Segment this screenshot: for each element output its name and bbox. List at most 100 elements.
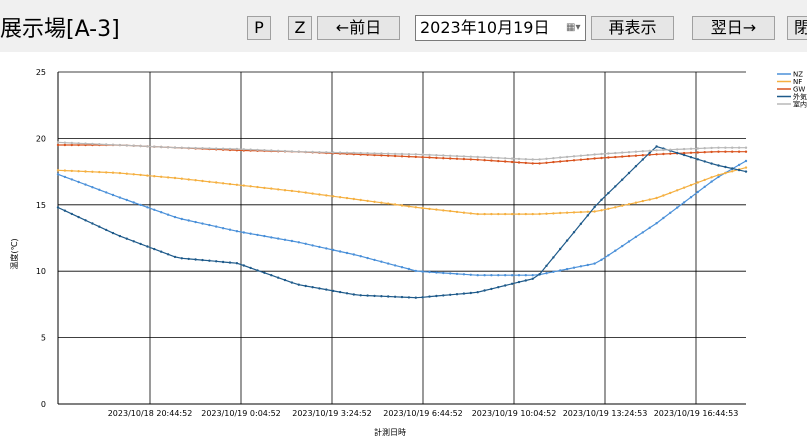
series-point — [290, 150, 294, 153]
series-point — [504, 212, 507, 216]
y-tick-label: 10 — [36, 267, 46, 276]
series-point — [614, 249, 617, 252]
series-point — [400, 295, 404, 299]
series-point — [70, 169, 74, 173]
series-line — [57, 160, 747, 276]
series-line — [57, 145, 747, 299]
date-picker[interactable]: 2023年10月19日 ▦▾ — [415, 15, 586, 41]
series-point — [118, 143, 122, 147]
series-point — [600, 152, 603, 156]
series-point — [621, 204, 624, 207]
series-point — [621, 178, 624, 181]
series-point — [414, 206, 417, 209]
series-point — [710, 180, 713, 183]
series-point — [373, 294, 376, 298]
series-point — [517, 212, 521, 216]
series-point — [407, 155, 411, 158]
series-point — [545, 272, 548, 275]
series-point — [359, 151, 362, 155]
series-point — [634, 165, 638, 168]
series-point — [421, 156, 424, 159]
series-point — [228, 182, 232, 186]
series-point — [455, 272, 459, 276]
series-point — [118, 171, 122, 175]
series-point — [579, 210, 583, 214]
refresh-button[interactable]: 再表示 — [591, 16, 674, 40]
series-point — [655, 196, 658, 200]
series-point — [476, 212, 479, 216]
series-point — [56, 173, 60, 176]
series-point — [455, 293, 459, 296]
series-point — [483, 156, 486, 159]
series-point — [91, 170, 94, 173]
series-point — [304, 284, 307, 288]
series-point — [724, 171, 727, 175]
series-point — [435, 156, 438, 160]
series-point — [469, 273, 472, 276]
series-point — [634, 154, 638, 157]
series-point — [277, 149, 280, 152]
p-button[interactable]: P — [247, 16, 271, 40]
next-day-button[interactable]: 翌日→ — [692, 16, 775, 40]
series-point — [724, 150, 727, 153]
series-point — [641, 231, 644, 234]
series-point — [263, 186, 266, 190]
series-point — [111, 231, 115, 235]
series-point — [56, 143, 60, 147]
series-point — [139, 203, 142, 207]
series-point — [338, 151, 342, 154]
series-point — [105, 228, 108, 232]
series-point — [414, 296, 417, 299]
series-point — [737, 146, 741, 149]
series-point — [221, 182, 225, 185]
series-point — [579, 154, 583, 157]
series-point — [414, 269, 417, 273]
series-point — [242, 231, 245, 234]
series-point — [614, 151, 617, 155]
series-point — [449, 154, 452, 157]
series-point — [621, 244, 624, 248]
series-point — [524, 274, 527, 277]
series-point — [208, 147, 211, 150]
series-point — [352, 253, 355, 256]
series-point — [565, 267, 569, 271]
series-point — [538, 212, 541, 216]
x-axis-label: 計測日時 — [374, 427, 406, 437]
series-point — [380, 260, 383, 263]
x-tick-label: 2023/10/19 6:44:52 — [383, 409, 463, 418]
series-point — [634, 201, 638, 204]
series-point — [442, 271, 445, 275]
series-point — [359, 294, 362, 297]
prev-day-button[interactable]: ←前日 — [317, 16, 400, 40]
series-point — [400, 152, 404, 156]
series-point — [703, 151, 706, 154]
series-point — [63, 141, 67, 144]
series-point — [325, 151, 328, 154]
series-point — [462, 157, 466, 161]
series-point — [682, 147, 686, 151]
series-point — [538, 162, 541, 165]
series-point — [504, 160, 507, 163]
series-point — [180, 257, 183, 260]
series-point — [166, 213, 170, 216]
series-point — [132, 173, 135, 176]
series-point — [270, 236, 273, 239]
series-point — [497, 286, 500, 289]
series-point — [407, 296, 411, 299]
series-point — [70, 212, 74, 216]
series-point — [545, 264, 548, 267]
y-tick-label: 5 — [41, 334, 46, 343]
series-point — [173, 255, 177, 259]
series-point — [696, 147, 699, 150]
series-point — [703, 178, 706, 182]
series-point — [311, 150, 314, 154]
z-button[interactable]: Z — [288, 16, 312, 40]
series-point — [56, 206, 60, 209]
close-button[interactable]: 閉 — [787, 16, 807, 40]
chart-legend: NZNFGW外気室内 — [777, 71, 807, 109]
series-point — [442, 157, 445, 160]
series-point — [689, 156, 693, 159]
calendar-dropdown-icon[interactable]: ▦▾ — [566, 20, 582, 36]
series-point — [517, 161, 521, 164]
series-point — [263, 149, 266, 152]
